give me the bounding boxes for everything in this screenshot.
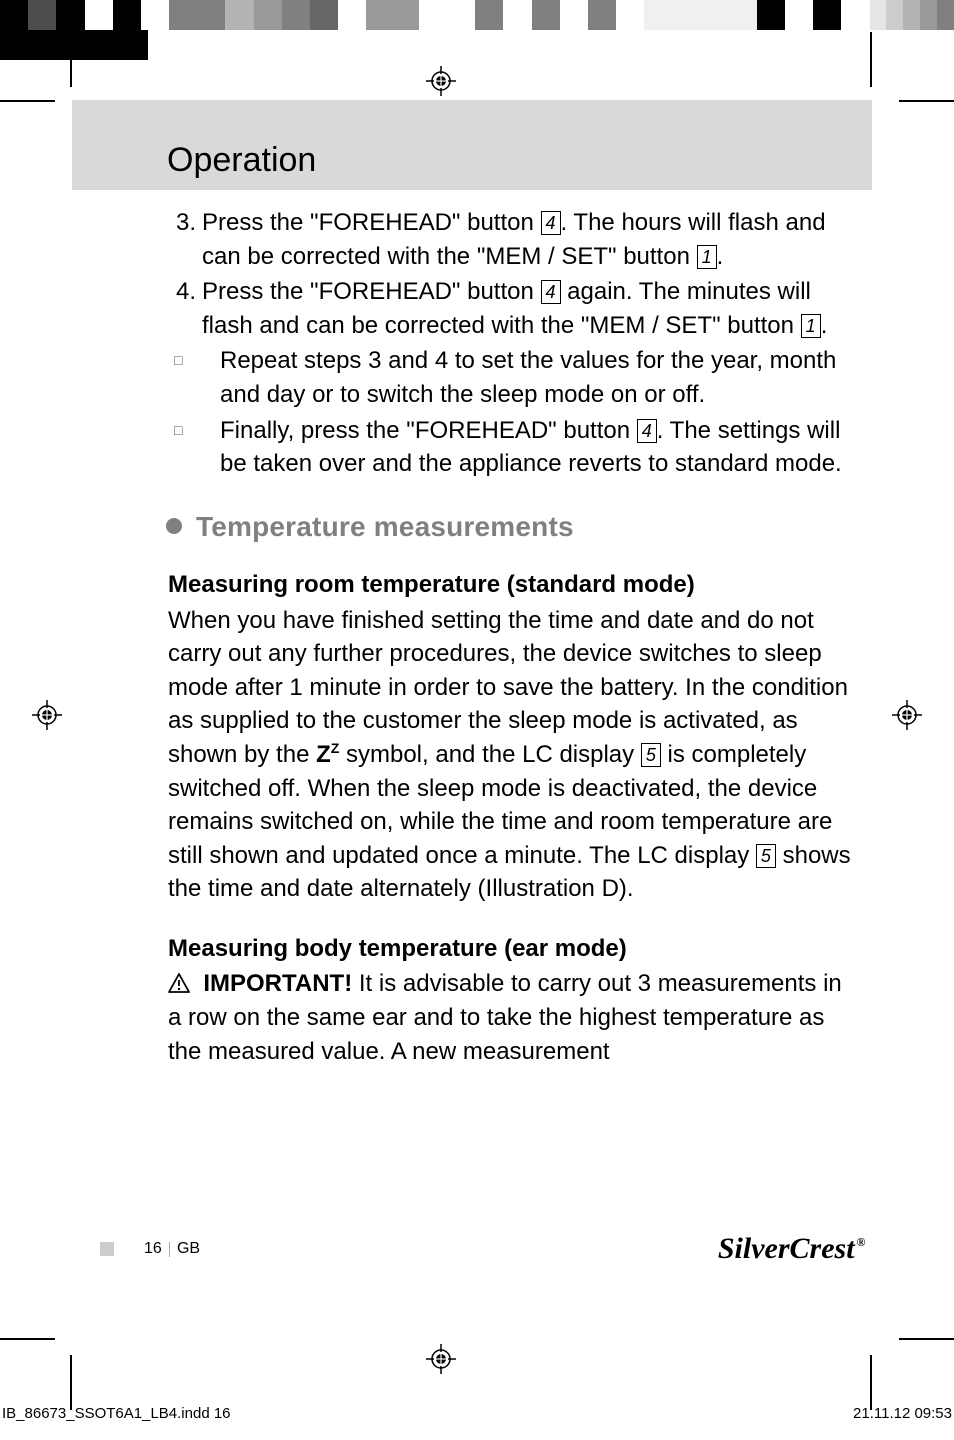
registration-mark-icon [32,700,62,730]
crop-mark [70,1355,72,1410]
registration-mark-icon [426,66,456,96]
ref-box: 5 [641,743,661,767]
paragraph: When you have finished setting the time … [168,604,852,906]
section-header-band: Operation [72,100,872,190]
bullet-item: □ Finally, press the "FOREHEAD" button 4… [168,414,852,481]
important-label: IMPORTANT! [203,970,352,997]
footer-separator [169,1242,170,1257]
square-bullet-icon: □ [168,344,220,411]
paragraph: IMPORTANT! It is advisable to carry out … [168,967,852,1068]
footer-box-icon [100,1242,114,1256]
brand-logo: SilverCrest® [718,1232,865,1266]
page-footer: 16 GB SilverCrest® [100,1232,865,1266]
bullet-text: Repeat steps 3 and 4 to set the values f… [220,344,852,411]
color-calibration-bar [0,0,954,30]
step-number: 4. [168,275,202,342]
section-heading-text: Temperature measurements [196,507,574,546]
crop-mark [899,100,954,102]
language-code: GB [177,1240,200,1258]
ref-box: 5 [756,844,776,868]
crop-mark [0,1338,55,1340]
ref-box: 1 [801,314,821,338]
bullet-dot-icon [166,518,182,534]
registration-mark-icon [426,1344,456,1374]
step-4: 4. Press the "FOREHEAD" button 4 again. … [168,275,852,342]
sleep-symbol-icon: ZZ [316,741,339,768]
ref-box: 1 [697,245,717,269]
step-number: 3. [168,206,202,273]
crop-mark [70,32,72,87]
step-text: Press the "FOREHEAD" button 4. The hours… [202,206,852,273]
subheading: Measuring room temperature (standard mod… [168,568,852,602]
warning-triangle-icon [168,973,190,993]
crop-mark [870,1355,872,1410]
section-heading: Temperature measurements [168,507,852,546]
square-bullet-icon: □ [168,414,220,481]
crop-mark [870,32,872,87]
subheading: Measuring body temperature (ear mode) [168,932,852,966]
ref-box: 4 [637,419,657,443]
ref-box: 4 [541,211,561,235]
bullet-text: Finally, press the "FOREHEAD" button 4. … [220,414,852,481]
imprint-file: IB_86673_SSOT6A1_LB4.indd 16 [2,1405,231,1422]
step-3: 3. Press the "FOREHEAD" button 4. The ho… [168,206,852,273]
step-text: Press the "FOREHEAD" button 4 again. The… [202,275,852,342]
black-strip [0,30,148,60]
crop-mark [0,100,55,102]
ref-box: 4 [541,280,561,304]
content-body: 3. Press the "FOREHEAD" button 4. The ho… [168,200,852,1068]
crop-mark [899,1338,954,1340]
bullet-item: □ Repeat steps 3 and 4 to set the values… [168,344,852,411]
page-number: 16 [144,1240,162,1258]
imprint-datetime: 21.11.12 09:53 [853,1405,952,1422]
registration-mark-icon [892,700,922,730]
page-title: Operation [167,141,316,180]
